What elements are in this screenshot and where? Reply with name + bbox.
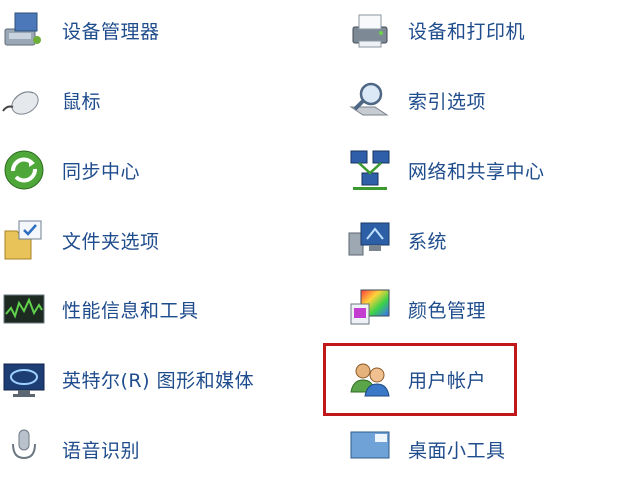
item-device-manager[interactable]: 设备管理器 — [0, 1, 160, 59]
item-label: 同步中心 — [62, 160, 141, 183]
item-label: 性能信息和工具 — [62, 299, 199, 322]
item-speech-recognition[interactable]: 语音识别 — [0, 420, 140, 478]
item-label: 系统 — [408, 230, 448, 253]
item-label: 设备管理器 — [62, 20, 160, 43]
control-panel-items: 设备管理器 鼠标 同步中心 文件夹选项 性能信息和工具 英特尔(R) 图形和媒体… — [0, 0, 618, 462]
item-label: 桌面小工具 — [408, 439, 506, 462]
printer-icon — [346, 6, 394, 54]
mouse-icon — [0, 76, 48, 124]
network-sharing-icon — [346, 146, 394, 194]
item-devices-printers[interactable]: 设备和打印机 — [346, 1, 525, 59]
item-color-management[interactable]: 颜色管理 — [346, 280, 486, 338]
item-label: 鼠标 — [62, 90, 102, 113]
desktop-gadgets-icon — [346, 425, 394, 473]
item-indexing-options[interactable]: 索引选项 — [346, 71, 486, 129]
item-label: 语音识别 — [62, 439, 141, 462]
item-label: 文件夹选项 — [62, 230, 160, 253]
system-icon — [346, 216, 394, 264]
item-intel-graphics[interactable]: 英特尔(R) 图形和媒体 — [0, 350, 254, 408]
item-mouse[interactable]: 鼠标 — [0, 71, 101, 129]
item-desktop-gadgets[interactable]: 桌面小工具 — [346, 420, 506, 478]
item-folder-options[interactable]: 文件夹选项 — [0, 211, 160, 269]
color-management-icon — [346, 285, 394, 333]
item-label: 设备和打印机 — [408, 20, 526, 43]
item-label: 索引选项 — [408, 90, 487, 113]
folder-options-icon — [0, 216, 48, 264]
sync-center-icon — [0, 146, 48, 194]
item-network-sharing[interactable]: 网络和共享中心 — [346, 141, 545, 199]
item-system[interactable]: 系统 — [346, 211, 447, 269]
item-label: 英特尔(R) 图形和媒体 — [62, 369, 255, 392]
item-sync-center[interactable]: 同步中心 — [0, 141, 140, 199]
device-manager-icon — [0, 6, 48, 54]
highlight-box — [323, 343, 517, 416]
item-label: 颜色管理 — [408, 299, 487, 322]
performance-icon — [0, 285, 48, 333]
item-label: 网络和共享中心 — [408, 160, 545, 183]
item-performance[interactable]: 性能信息和工具 — [0, 280, 199, 338]
indexing-options-icon — [346, 76, 394, 124]
intel-graphics-icon — [0, 355, 48, 403]
speech-recognition-icon — [0, 425, 48, 473]
